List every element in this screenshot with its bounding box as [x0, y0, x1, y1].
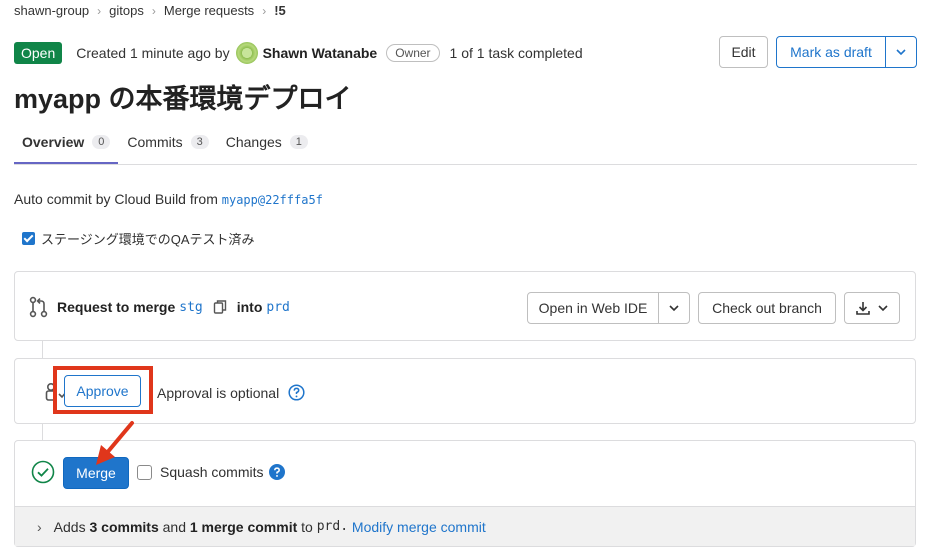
page-title: myapp の本番環境デプロイ — [14, 84, 352, 114]
summary-to: to — [301, 518, 313, 535]
modify-merge-commit-link[interactable]: Modify merge commit — [352, 519, 486, 535]
created-text: Created 1 minute ago by — [76, 45, 230, 61]
breadcrumb-current[interactable]: !5 — [274, 3, 286, 18]
chevron-down-icon — [669, 305, 679, 312]
success-check-icon — [31, 460, 55, 484]
role-badge: Owner — [386, 44, 440, 62]
breadcrumb-merge-requests[interactable]: Merge requests — [164, 3, 254, 18]
approval-optional-text: Approval is optional — [157, 384, 280, 401]
web-ide-options-button[interactable] — [658, 292, 690, 324]
tab-count: 1 — [289, 135, 308, 149]
description-text: Auto commit by Cloud Build from — [14, 191, 218, 207]
task-list-item: ステージング環境でのQAテスト済み — [22, 229, 255, 248]
summary-and: and — [162, 518, 186, 535]
mr-header: Open Created 1 minute ago by Shawn Watan… — [14, 36, 917, 68]
chevron-down-icon — [896, 49, 906, 56]
open-web-ide-button[interactable]: Open in Web IDE — [527, 292, 659, 324]
widget-connector — [42, 424, 43, 440]
chevron-right-icon: › — [97, 3, 102, 18]
merge-info-card: Request to merge stg into prd Open in We… — [14, 271, 916, 341]
tab-overview[interactable]: Overview 0 — [14, 120, 118, 164]
tab-commits[interactable]: Commits 3 — [119, 120, 216, 164]
summary-prefix: Adds — [53, 518, 86, 535]
commit-ref-link[interactable]: myapp@22fffa5f — [222, 193, 323, 207]
merge-request-icon — [29, 296, 48, 318]
tab-label: Commits — [127, 134, 183, 150]
tab-label: Changes — [225, 134, 282, 150]
tab-count: 3 — [190, 135, 209, 149]
annotation-arrow-icon — [96, 421, 134, 465]
mr-tabs: Overview 0 Commits 3 Changes 1 — [14, 120, 917, 165]
target-branch[interactable]: prd — [266, 300, 289, 315]
chevron-right-icon[interactable]: › — [37, 519, 42, 535]
squash-label: Squash commits — [160, 464, 264, 480]
tab-changes[interactable]: Changes 1 — [218, 120, 316, 164]
draft-button-group: Mark as draft — [776, 36, 917, 68]
tab-label: Overview — [22, 134, 85, 150]
request-to-merge-label: Request to merge — [57, 299, 176, 315]
merge-info-actions: Open in Web IDE Check out branch — [527, 292, 900, 324]
into-label: into — [236, 299, 263, 315]
breadcrumb-group[interactable]: shawn-group — [14, 3, 89, 18]
copy-icon[interactable] — [213, 299, 227, 315]
download-icon — [856, 302, 870, 315]
widget-connector — [42, 341, 43, 358]
squash-checkbox[interactable] — [137, 464, 152, 480]
commit-count: 3 commits — [89, 518, 159, 535]
merge-branches: Request to merge stg into prd — [29, 272, 290, 342]
breadcrumb-project[interactable]: gitops — [109, 3, 144, 18]
approve-button[interactable]: Approve — [64, 375, 141, 407]
task-label: ステージング環境でのQAテスト済み — [41, 232, 255, 247]
check-out-branch-button[interactable]: Check out branch — [698, 292, 836, 324]
approval-status: Approval is optional — [157, 384, 305, 401]
squash-commits-option: Squash commits — [137, 464, 286, 480]
mr-description: Auto commit by Cloud Build from myapp@22… — [14, 191, 323, 207]
merge-commit-summary[interactable]: › Adds 3 commits and 1 merge commit to p… — [15, 506, 915, 546]
tab-count: 0 — [92, 135, 111, 149]
breadcrumb: shawn-group › gitops › Merge requests › … — [14, 3, 286, 18]
chevron-right-icon: › — [262, 3, 267, 18]
avatar[interactable] — [235, 42, 258, 64]
task-status: 1 of 1 task completed — [449, 45, 583, 61]
mark-as-draft-button[interactable]: Mark as draft — [776, 36, 886, 68]
help-icon[interactable] — [288, 384, 305, 401]
summary-target-branch: prd. — [316, 519, 349, 534]
download-button[interactable] — [844, 292, 900, 324]
task-checkbox[interactable] — [22, 232, 35, 245]
author-name[interactable]: Shawn Watanabe — [263, 45, 378, 61]
draft-options-button[interactable] — [885, 36, 917, 68]
merge-commit-count: 1 merge commit — [189, 518, 298, 535]
header-actions: Edit Mark as draft — [719, 36, 917, 68]
source-branch[interactable]: stg — [179, 300, 202, 315]
status-badge: Open — [14, 42, 63, 64]
chevron-down-icon — [878, 305, 888, 312]
chevron-right-icon: › — [151, 3, 156, 18]
help-icon[interactable] — [269, 464, 286, 480]
edit-button[interactable]: Edit — [719, 36, 768, 68]
mr-meta: Created 1 minute ago by Shawn Watanabe O… — [76, 42, 583, 64]
